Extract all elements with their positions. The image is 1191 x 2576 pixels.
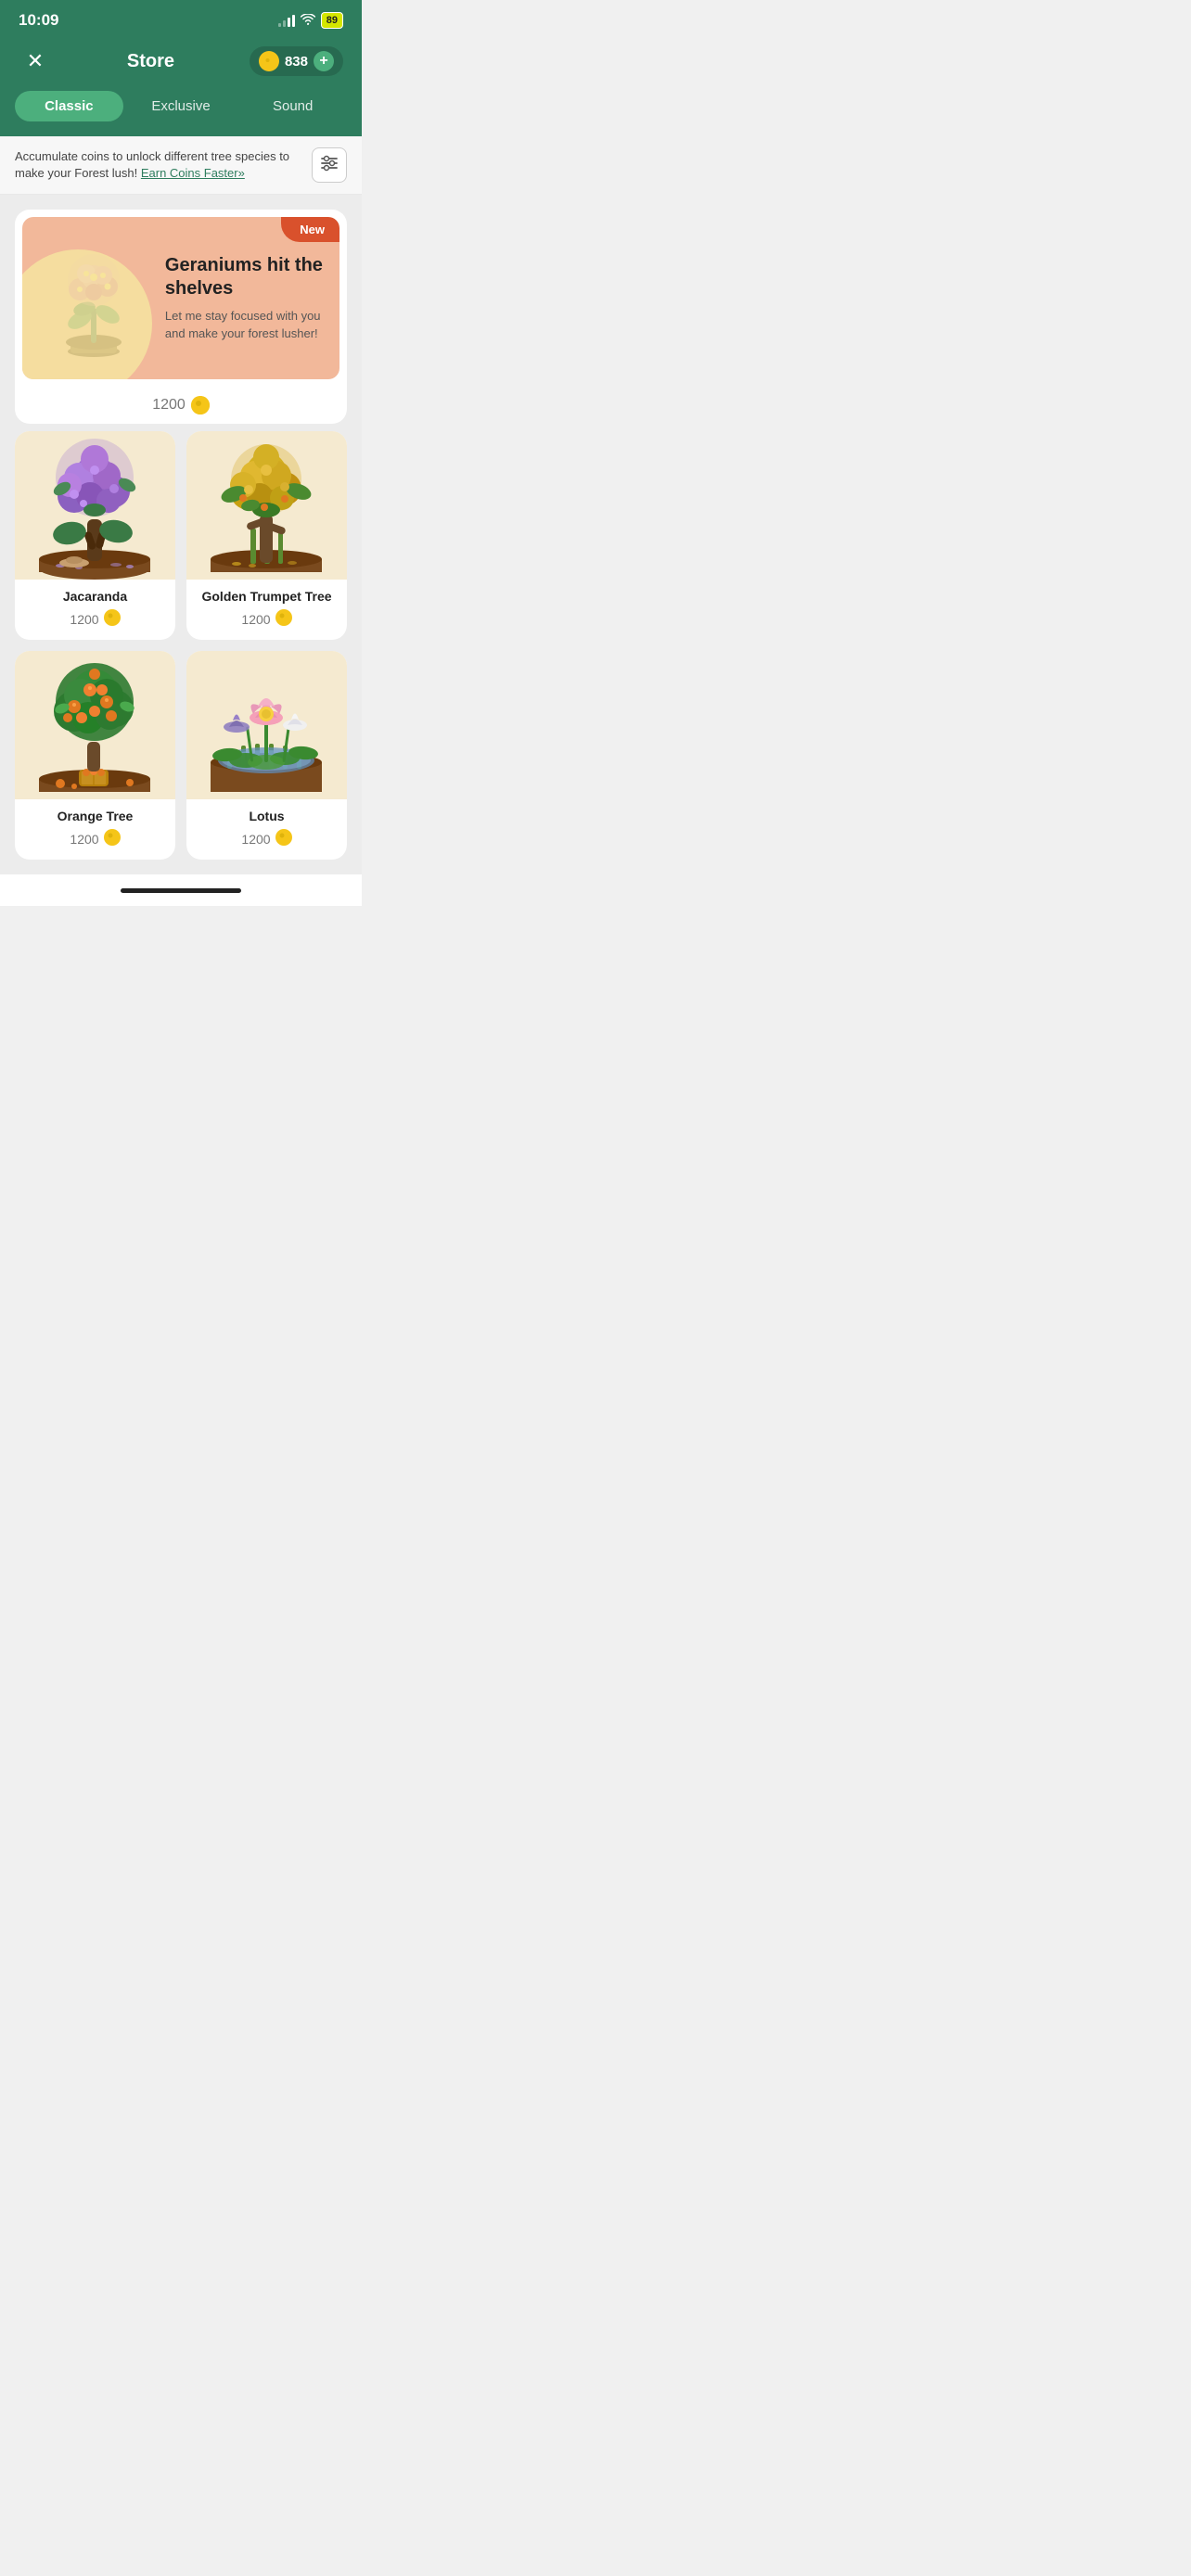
- golden-trumpet-svg: [195, 431, 339, 580]
- page-title: Store: [127, 51, 174, 72]
- featured-banner[interactable]: New: [15, 210, 347, 424]
- tab-exclusive[interactable]: Exclusive: [127, 91, 236, 121]
- banner-price: 1200: [15, 387, 347, 424]
- tree-price-jacaranda: 1200: [15, 609, 175, 640]
- price-coin-lotus: [275, 829, 292, 848]
- tab-classic[interactable]: Classic: [15, 91, 123, 121]
- signal-icon: [278, 14, 295, 27]
- main-content: New: [0, 195, 362, 874]
- tree-name-golden-trumpet: Golden Trumpet Tree: [186, 580, 347, 609]
- status-time: 10:09: [19, 11, 58, 30]
- bottom-bar: [0, 874, 362, 906]
- tree-image-jacaranda: [15, 431, 175, 580]
- close-button[interactable]: ✕: [19, 45, 52, 78]
- price-coin-golden-trumpet: [275, 609, 292, 629]
- header: ✕ Store 838 +: [0, 37, 362, 91]
- home-indicator: [121, 888, 241, 893]
- tree-image-orange-tree: [15, 651, 175, 799]
- info-bar: Accumulate coins to unlock different tre…: [0, 136, 362, 195]
- earn-coins-link[interactable]: Earn Coins Faster»: [141, 166, 245, 180]
- tree-name-lotus: Lotus: [186, 799, 347, 829]
- new-badge: New: [281, 217, 339, 242]
- lotus-svg: [195, 651, 339, 799]
- wifi-icon: [301, 13, 315, 28]
- tree-grid: Jacaranda 1200: [15, 431, 347, 860]
- price-coin-orange-tree: [104, 829, 121, 848]
- filter-icon: [320, 155, 339, 176]
- info-text: Accumulate coins to unlock different tre…: [15, 148, 312, 182]
- tab-bar: Classic Exclusive Sound: [0, 91, 362, 136]
- filter-button[interactable]: [312, 147, 347, 183]
- tree-card-jacaranda[interactable]: Jacaranda 1200: [15, 431, 175, 640]
- add-coin-button[interactable]: +: [314, 51, 334, 71]
- tree-price-lotus: 1200: [186, 829, 347, 860]
- banner-text-area: Geraniums hit the shelves Let me stay fo…: [165, 236, 339, 360]
- price-coin-jacaranda: [104, 609, 121, 629]
- coin-count: 838: [285, 54, 308, 70]
- tree-name-jacaranda: Jacaranda: [15, 580, 175, 609]
- tree-image-lotus: [186, 651, 347, 799]
- status-bar: 10:09 89: [0, 0, 362, 37]
- tab-sound[interactable]: Sound: [238, 91, 347, 121]
- jacaranda-svg: [23, 431, 167, 580]
- orange-tree-svg: [23, 651, 167, 799]
- status-icons: 89: [278, 12, 343, 29]
- coin-badge: 838 +: [250, 46, 343, 76]
- banner-title: Geraniums hit the shelves: [165, 254, 325, 300]
- tree-name-orange-tree: Orange Tree: [15, 799, 175, 829]
- tree-card-lotus[interactable]: Lotus 1200: [186, 651, 347, 860]
- battery-indicator: 89: [321, 12, 343, 29]
- tree-card-orange-tree[interactable]: Orange Tree 1200: [15, 651, 175, 860]
- price-coin-icon: [191, 396, 210, 414]
- tree-card-golden-trumpet[interactable]: Golden Trumpet Tree 1200: [186, 431, 347, 640]
- banner-inner: New: [22, 217, 339, 379]
- tree-price-golden-trumpet: 1200: [186, 609, 347, 640]
- banner-subtitle: Let me stay focused with you and make yo…: [165, 308, 325, 341]
- tree-image-golden-trumpet: [186, 431, 347, 580]
- tree-price-orange-tree: 1200: [15, 829, 175, 860]
- coin-icon: [259, 51, 279, 71]
